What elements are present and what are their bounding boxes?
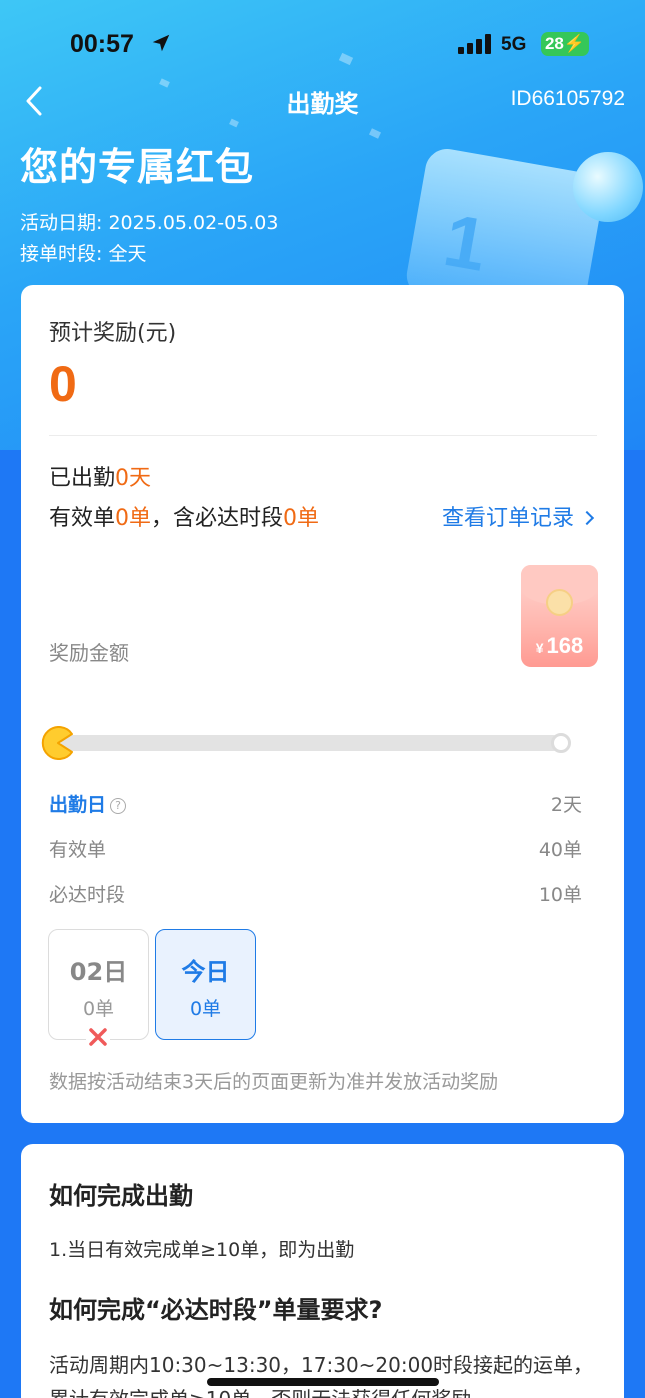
requirement-label: 有效单 bbox=[49, 839, 107, 861]
reward-card: 预计奖励(元) 0 已出勤0天 有效单0单，含必达时段0单 查看订单记录 奖励金… bbox=[21, 285, 624, 1123]
reward-amount-label: 奖励金额 bbox=[49, 641, 129, 665]
progress-start-marker-icon bbox=[41, 726, 73, 760]
requirement-value: 40单 bbox=[538, 839, 582, 861]
chevron-right-icon bbox=[579, 510, 595, 526]
requirement-label: 必达时段 bbox=[49, 884, 126, 906]
home-indicator bbox=[207, 1378, 439, 1386]
data-update-note: 数据按活动结束3天后的页面更新为准并发放活动奖励 bbox=[49, 1071, 499, 1093]
requirement-row: 有效单 40单 bbox=[49, 835, 582, 865]
red-envelope: ¥168 bbox=[521, 565, 598, 667]
attendance-value: 0天 bbox=[115, 466, 152, 491]
requirement-label-text: 出勤日 bbox=[49, 794, 107, 816]
day-name: 02日 bbox=[69, 958, 128, 986]
battery-icon: 28⚡ bbox=[541, 32, 589, 56]
valid-orders-label: 有效单 bbox=[49, 506, 116, 531]
user-id: ID66105792 bbox=[510, 87, 625, 110]
hero-title: 您的专属红包 bbox=[20, 145, 255, 189]
failed-x-icon bbox=[86, 1025, 110, 1049]
must-period-label: ，含必达时段 bbox=[151, 506, 284, 531]
attendance-label: 已出勤 bbox=[49, 466, 116, 491]
order-record-link[interactable]: 查看订单记录 bbox=[441, 500, 595, 532]
requirement-row: 必达时段 10单 bbox=[49, 880, 582, 910]
envelope-seal-icon bbox=[546, 589, 573, 616]
day-card-today[interactable]: 今日 0单 bbox=[155, 929, 256, 1040]
signal-icon bbox=[458, 34, 491, 54]
day-card-02[interactable]: 02日 0单 bbox=[48, 929, 149, 1040]
order-record-label: 查看订单记录 bbox=[441, 506, 574, 531]
rules-card: 如何完成出勤 1.当日有效完成单≥10单，即为出勤 如何完成“必达时段”单量要求… bbox=[21, 1144, 624, 1398]
rules-text-attendance: 1.当日有效完成单≥10单，即为出勤 bbox=[49, 1239, 355, 1261]
envelope-amount-value: 168 bbox=[546, 633, 584, 658]
network-type: 5G bbox=[501, 34, 527, 55]
status-bar: 00:57 5G 28⚡ bbox=[0, 26, 645, 66]
calendar-illustration: 1 bbox=[395, 140, 643, 325]
envelope-amount: ¥168 bbox=[521, 633, 598, 659]
location-arrow-icon bbox=[152, 34, 170, 52]
attendance-summary: 已出勤0天 bbox=[49, 460, 151, 492]
order-period: 接单时段: 全天 bbox=[20, 243, 147, 265]
nav-bar: 出勤奖 ID66105792 bbox=[0, 78, 645, 124]
estimated-reward-label: 预计奖励(元) bbox=[49, 321, 177, 346]
status-time: 00:57 bbox=[70, 30, 134, 58]
divider bbox=[49, 435, 597, 436]
requirement-label: 出勤日? bbox=[49, 790, 127, 817]
progress-end-marker bbox=[551, 733, 571, 753]
day-order-count: 0单 bbox=[82, 998, 115, 1020]
day-order-count: 0单 bbox=[189, 998, 222, 1020]
progress-track bbox=[61, 735, 561, 751]
battery-level: 28 bbox=[544, 34, 564, 53]
estimated-reward-value: 0 bbox=[49, 356, 77, 412]
activity-date: 活动日期: 2025.05.02-05.03 bbox=[20, 212, 279, 234]
must-period-value: 0单 bbox=[283, 506, 320, 531]
day-name: 今日 bbox=[181, 958, 230, 986]
help-icon[interactable]: ? bbox=[110, 798, 127, 814]
rules-heading-must-period: 如何完成“必达时段”单量要求? bbox=[49, 1296, 383, 1324]
valid-orders-summary: 有效单0单，含必达时段0单 bbox=[49, 500, 319, 532]
requirement-row: 出勤日? 2天 bbox=[49, 790, 582, 820]
rules-heading-attendance: 如何完成出勤 bbox=[49, 1182, 193, 1210]
requirement-value: 10单 bbox=[538, 884, 582, 906]
valid-orders-value: 0单 bbox=[115, 506, 152, 531]
rules-text-must-period: 活动周期内10:30~13:30，17:30~20:00时段接起的运单，累计有效… bbox=[49, 1353, 594, 1398]
currency-symbol: ¥ bbox=[535, 640, 544, 656]
requirement-value: 2天 bbox=[550, 794, 582, 816]
